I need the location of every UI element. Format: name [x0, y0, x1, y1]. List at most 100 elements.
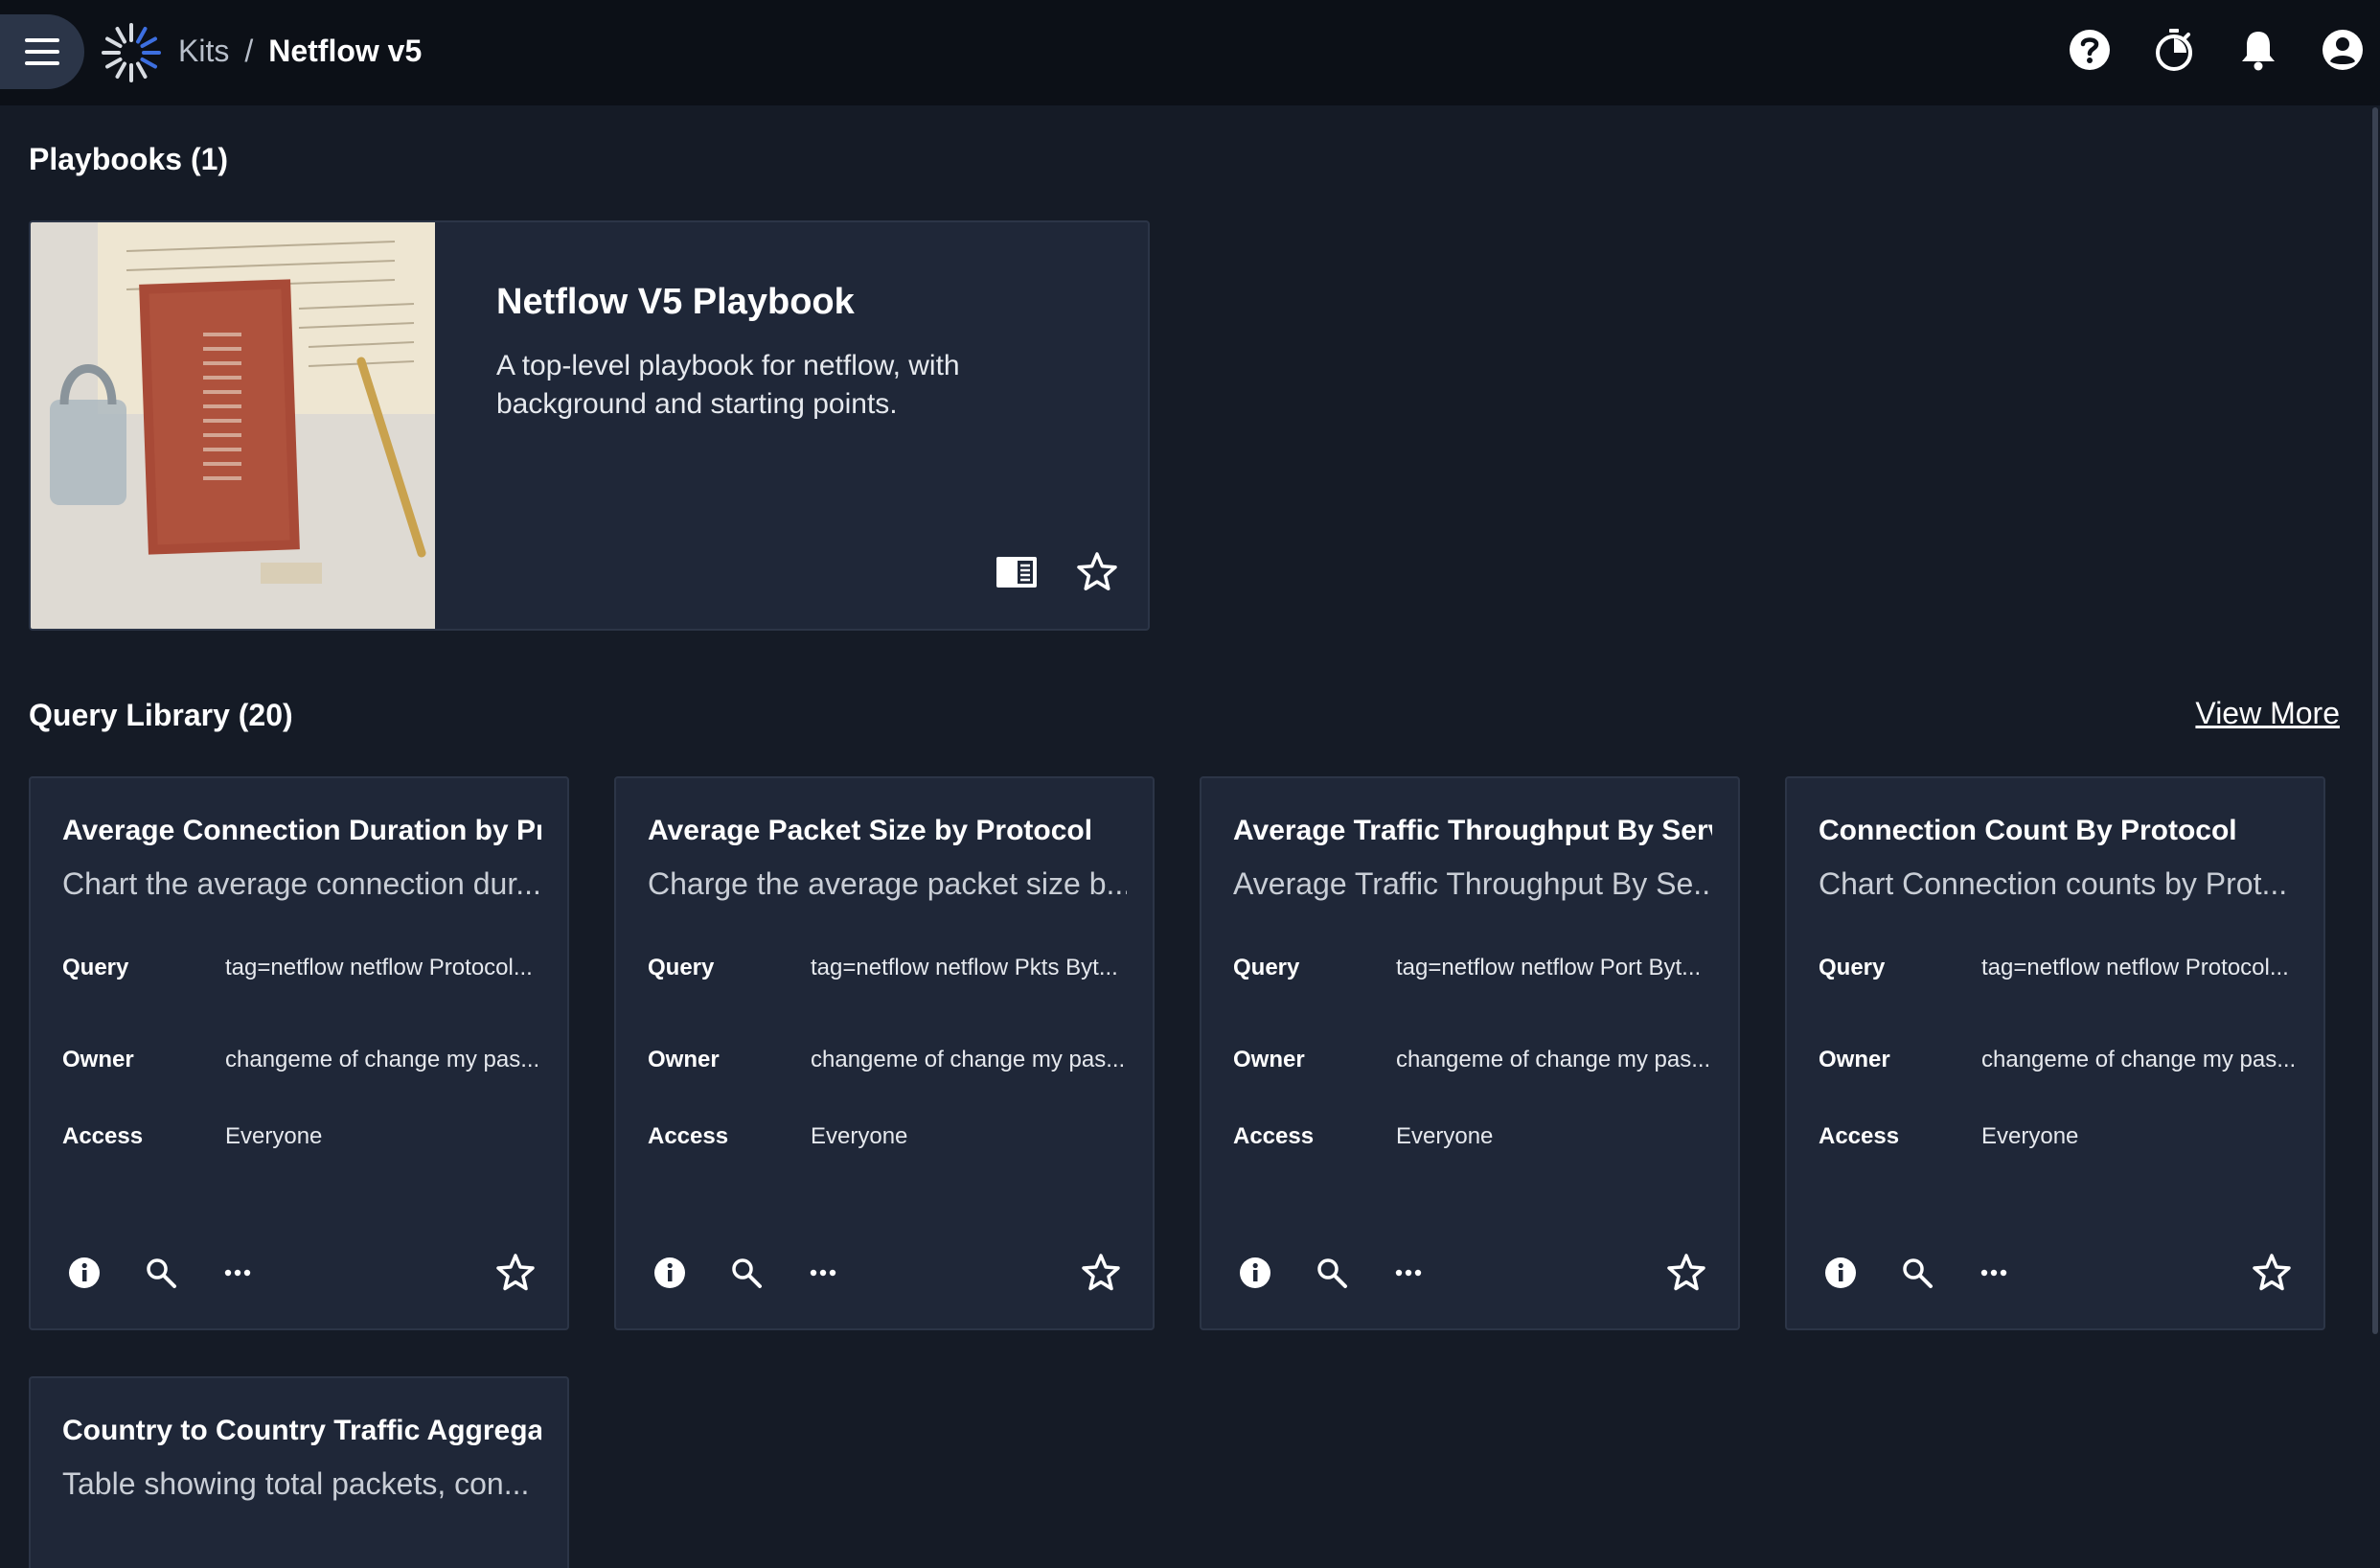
info-icon	[1240, 1257, 1270, 1288]
query-card-subtitle: Chart the average connection dur...	[62, 866, 541, 901]
search-icon	[732, 1258, 762, 1288]
favorite-query-button[interactable]	[494, 1252, 537, 1294]
query-card-actions	[67, 1256, 255, 1290]
access-label: Access	[62, 1123, 144, 1149]
search-icon	[1903, 1258, 1933, 1288]
access-label: Access	[1819, 1123, 1900, 1149]
breadcrumb-separator: /	[244, 34, 254, 68]
query-card-subtitle: Average Traffic Throughput By Se...	[1233, 866, 1712, 901]
info-button[interactable]	[67, 1256, 102, 1290]
breadcrumb-kits-link[interactable]: Kits	[178, 29, 229, 73]
run-query-button[interactable]	[1900, 1256, 1934, 1290]
info-button[interactable]	[1238, 1256, 1272, 1290]
reader-view-icon	[996, 557, 1037, 588]
help-icon	[2070, 30, 2110, 70]
breadcrumb: Kits / Netflow v5	[178, 29, 422, 73]
query-card-subtitle: Table showing total packets, con...	[62, 1466, 530, 1501]
run-query-button[interactable]	[729, 1256, 764, 1290]
playbook-title[interactable]: Netflow V5 Playbook	[496, 282, 855, 323]
query-label: Query	[1819, 955, 1886, 980]
playbook-cover-image	[31, 222, 435, 629]
more-options-button[interactable]	[1977, 1256, 2011, 1290]
info-icon	[1825, 1257, 1856, 1288]
query-value: tag=netflow netflow Protocol...	[225, 955, 533, 980]
access-label: Access	[1233, 1123, 1315, 1149]
more-horizontal-icon	[810, 1269, 836, 1277]
playbook-actions	[995, 550, 1119, 594]
query-value: tag=netflow netflow Protocol...	[1981, 955, 2289, 980]
favorite-query-button[interactable]	[2251, 1252, 2293, 1294]
run-query-button[interactable]	[144, 1256, 178, 1290]
query-card[interactable]: Country to Country Traffic Aggrega... Ta…	[29, 1376, 569, 1568]
access-value: Everyone	[1981, 1123, 2079, 1149]
help-button[interactable]	[2066, 26, 2114, 74]
query-card-title[interactable]: Average Packet Size by Protocol	[648, 815, 1127, 847]
access-label: Access	[648, 1123, 729, 1149]
view-more-link[interactable]: View More	[2195, 696, 2340, 731]
query-value: tag=netflow netflow Pkts Byt...	[811, 955, 1118, 980]
main-menu-button[interactable]	[0, 14, 84, 89]
more-horizontal-icon	[224, 1269, 251, 1277]
timer-button[interactable]	[2150, 26, 2198, 74]
query-card-title[interactable]: Country to Country Traffic Aggrega...	[62, 1415, 541, 1447]
star-outline-icon	[1667, 1254, 1705, 1291]
query-card-subtitle: Charge the average packet size b...	[648, 866, 1127, 901]
more-options-button[interactable]	[806, 1256, 840, 1290]
query-card-title[interactable]: Connection Count By Protocol	[1819, 815, 2298, 847]
query-label: Query	[1233, 955, 1300, 980]
query-label: Query	[648, 955, 715, 980]
owner-label: Owner	[62, 1047, 134, 1072]
playbook-description: A top-level playbook for netflow, with b…	[496, 350, 960, 420]
open-playbook-button[interactable]	[995, 550, 1039, 594]
notifications-button[interactable]	[2234, 26, 2282, 74]
run-query-button[interactable]	[1315, 1256, 1349, 1290]
favorite-query-button[interactable]	[1080, 1252, 1122, 1294]
owner-value: changeme of change my pas...	[811, 1047, 1126, 1072]
account-button[interactable]	[2319, 26, 2367, 74]
account-icon	[2323, 30, 2363, 70]
info-icon	[69, 1257, 100, 1288]
star-outline-icon	[1077, 552, 1117, 590]
owner-label: Owner	[648, 1047, 720, 1072]
owner-value: changeme of change my pas...	[1981, 1047, 2297, 1072]
star-outline-icon	[496, 1254, 535, 1291]
page-title: Netflow v5	[268, 34, 423, 68]
query-card[interactable]: Average Packet Size by Protocol Charge t…	[614, 776, 1155, 1330]
star-outline-icon	[1082, 1254, 1120, 1291]
owner-value: changeme of change my pas...	[1396, 1047, 1711, 1072]
query-card-actions	[652, 1256, 840, 1290]
hamburger-menu-icon	[25, 38, 59, 65]
query-card-title[interactable]: Average Traffic Throughput By Serv...	[1233, 815, 1712, 847]
query-card[interactable]: Connection Count By Protocol Chart Conne…	[1785, 776, 2325, 1330]
owner-label: Owner	[1233, 1047, 1305, 1072]
app-logo-icon[interactable]	[98, 19, 165, 86]
query-library-heading: Query Library (20)	[29, 698, 293, 732]
search-icon	[1317, 1258, 1347, 1288]
query-label: Query	[62, 955, 129, 980]
playbooks-heading: Playbooks (1)	[29, 142, 229, 176]
top-bar-actions	[2066, 26, 2367, 74]
access-value: Everyone	[225, 1123, 323, 1149]
more-options-button[interactable]	[1391, 1256, 1426, 1290]
access-value: Everyone	[1396, 1123, 1494, 1149]
scrollbar-thumb[interactable]	[2372, 107, 2378, 1334]
favorite-query-button[interactable]	[1665, 1252, 1707, 1294]
playbook-card[interactable]: Netflow V5 Playbook A top-level playbook…	[29, 220, 1150, 631]
star-outline-icon	[2253, 1254, 2291, 1291]
owner-label: Owner	[1819, 1047, 1890, 1072]
top-bar: Kits / Netflow v5	[0, 0, 2380, 105]
search-icon	[147, 1258, 176, 1288]
info-button[interactable]	[652, 1256, 687, 1290]
favorite-playbook-button[interactable]	[1075, 550, 1119, 594]
query-card[interactable]: Average Traffic Throughput By Serv... Av…	[1200, 776, 1740, 1330]
query-card-title[interactable]: Average Connection Duration by Pr...	[62, 815, 541, 847]
more-options-button[interactable]	[220, 1256, 255, 1290]
query-value: tag=netflow netflow Port Byt...	[1396, 955, 1702, 980]
owner-value: changeme of change my pas...	[225, 1047, 540, 1072]
info-icon	[654, 1257, 685, 1288]
query-card[interactable]: Average Connection Duration by Pr... Cha…	[29, 776, 569, 1330]
more-horizontal-icon	[1980, 1269, 2007, 1277]
info-button[interactable]	[1823, 1256, 1858, 1290]
access-value: Everyone	[811, 1123, 908, 1149]
notifications-icon	[2242, 32, 2275, 71]
